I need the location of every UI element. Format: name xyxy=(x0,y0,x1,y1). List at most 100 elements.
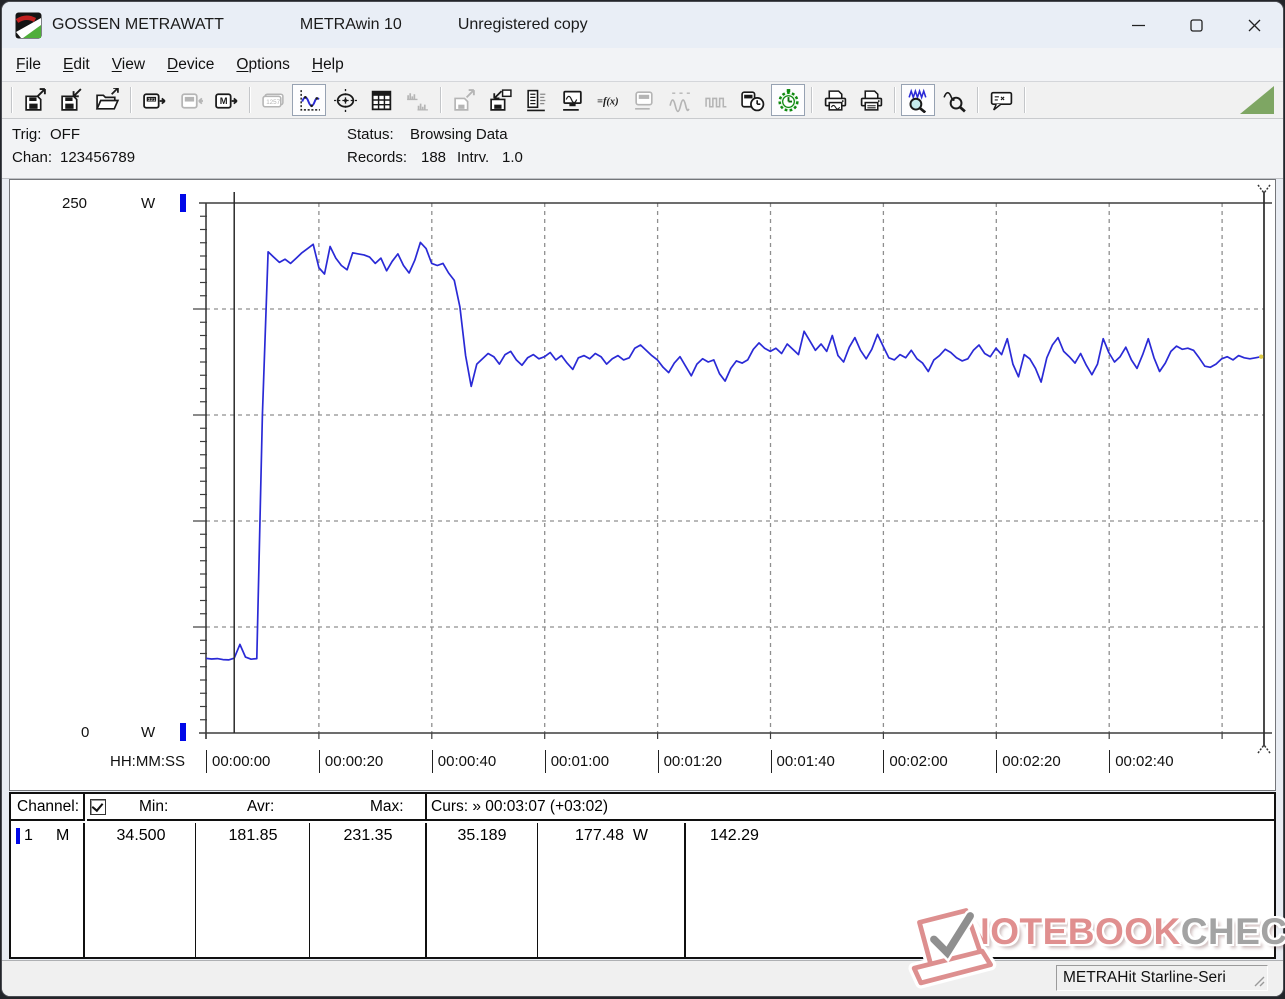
menu-bar: File Edit View Device Options Help xyxy=(2,48,1283,82)
maximize-button[interactable] xyxy=(1167,2,1225,48)
monitor-view-icon xyxy=(560,88,585,113)
y-axis-unit-label-top: W xyxy=(141,195,155,212)
x-tick-label: 00:02:00 xyxy=(883,753,947,770)
maximize-icon xyxy=(1190,19,1203,32)
channel-mode: M xyxy=(56,827,69,845)
pulse-wave-icon xyxy=(704,88,729,113)
power-line-chart[interactable] xyxy=(10,180,1279,790)
menu-file[interactable]: File xyxy=(5,52,52,78)
interval-label: Intrv. xyxy=(457,149,489,166)
close-icon xyxy=(1248,19,1261,32)
zoom-out-wave-button[interactable] xyxy=(937,84,971,116)
chart-view-button[interactable] xyxy=(292,84,326,116)
y-axis-max-label: 250 xyxy=(62,195,87,212)
clock-device-button[interactable] xyxy=(735,84,769,116)
save-as-button[interactable] xyxy=(54,84,88,116)
minimize-button[interactable] xyxy=(1109,2,1167,48)
table-header-channel: Channel: xyxy=(11,794,85,821)
records-value: 188 xyxy=(421,149,446,166)
open-file-button[interactable] xyxy=(90,84,124,116)
trig-label: Trig: xyxy=(12,126,41,143)
table-header-min: Min: xyxy=(139,798,168,816)
table-view-button[interactable] xyxy=(364,84,398,116)
chart-panel[interactable]: 250 W 0 W HH:MM:SS 00:00:0000:00:2000:00… xyxy=(9,179,1276,791)
read-device-icon: 321 xyxy=(142,88,167,113)
x-tick-label: 00:02:20 xyxy=(996,753,1060,770)
sine-wave-icon xyxy=(668,88,693,113)
x-tick-label: 00:01:40 xyxy=(771,753,835,770)
toolbar-separator xyxy=(440,87,441,113)
import-data-button[interactable] xyxy=(483,84,517,116)
table-cell-cursor1: 35.189 xyxy=(425,823,538,957)
open-file-icon xyxy=(95,88,120,113)
table-cell-channel: 1 M xyxy=(11,823,85,957)
y-axis-min-label: 0 xyxy=(81,724,89,741)
pulse-wave-button xyxy=(699,84,733,116)
toolbar-separator xyxy=(249,87,250,113)
channel-range-marker-bottom xyxy=(180,723,186,741)
table-header-max: Max: xyxy=(370,798,404,816)
resize-corner-triangle xyxy=(1240,86,1274,114)
comment-button[interactable] xyxy=(984,84,1018,116)
toolbar-separator xyxy=(977,87,978,113)
toolbar-separator xyxy=(130,87,131,113)
histogram-view-button xyxy=(400,84,434,116)
x-tick-label: 00:00:00 xyxy=(206,753,270,770)
channel-range-marker-top xyxy=(180,194,186,212)
table-cell-avr: 181.85 xyxy=(198,823,310,957)
clock-device-icon xyxy=(740,88,765,113)
device-name-cell: METRAHit Starline-Seri xyxy=(1056,965,1268,991)
menu-device[interactable]: Device xyxy=(156,52,225,78)
histogram-view-icon xyxy=(405,88,430,113)
save-as-icon xyxy=(59,88,84,113)
read-device-button[interactable]: 321 xyxy=(137,84,171,116)
toolbar: 321 M 1257 =f(x) xyxy=(2,82,1283,119)
table-header-avr: Avr: xyxy=(247,798,274,816)
interval-value: 1.0 xyxy=(502,149,523,166)
x-tick-label: 00:00:20 xyxy=(319,753,383,770)
device-settings-button xyxy=(627,84,661,116)
formula-button[interactable]: =f(x) xyxy=(591,84,625,116)
toolbar-separator xyxy=(11,87,12,113)
sine-wave-button xyxy=(663,84,697,116)
chan-label: Chan: xyxy=(12,149,52,166)
menu-options[interactable]: Options xyxy=(225,52,300,78)
menu-help[interactable]: Help xyxy=(301,52,355,78)
x-tick-label: 00:00:40 xyxy=(432,753,496,770)
svg-text:321: 321 xyxy=(147,96,155,101)
channel-list-button[interactable] xyxy=(519,84,553,116)
zoom-in-wave-icon xyxy=(906,88,931,113)
table-header-cursor: Curs: » 00:03:07 (+03:02) xyxy=(425,794,1274,821)
export-data-button xyxy=(447,84,481,116)
formula-icon: =f(x) xyxy=(596,88,621,113)
save-export-icon xyxy=(23,88,48,113)
channel-color-bar xyxy=(16,828,20,844)
resize-grip-icon[interactable] xyxy=(1253,975,1265,987)
timer-button[interactable] xyxy=(771,84,805,116)
table-cell-cursor2: 177.48 W xyxy=(540,823,686,957)
minimize-icon xyxy=(1132,19,1145,32)
cursor2-unit: W xyxy=(633,827,648,844)
x-tick-label: 00:01:00 xyxy=(545,753,609,770)
print-preview-button[interactable] xyxy=(818,84,852,116)
title-vendor: GOSSEN METRAWATT xyxy=(52,16,224,34)
numeric-display-button: 1257 xyxy=(256,84,290,116)
zoom-in-wave-button[interactable] xyxy=(901,84,935,116)
close-button[interactable] xyxy=(1225,2,1283,48)
monitor-view-button[interactable] xyxy=(555,84,589,116)
svg-text:=f(x): =f(x) xyxy=(597,96,619,107)
min-checkbox[interactable] xyxy=(90,799,106,815)
print-button[interactable] xyxy=(854,84,888,116)
records-label: Records: xyxy=(347,149,407,166)
menu-edit[interactable]: Edit xyxy=(52,52,101,78)
scope-view-button[interactable] xyxy=(328,84,362,116)
title-app-name: METRAwin 10 xyxy=(300,16,402,34)
import-data-icon xyxy=(488,88,513,113)
table-header-stats-group: Min: Avr: Max: xyxy=(87,794,425,821)
numeric-display-icon: 1257 xyxy=(261,88,286,113)
print-icon xyxy=(859,88,884,113)
save-export-button[interactable] xyxy=(18,84,52,116)
comment-icon xyxy=(989,88,1014,113)
menu-view[interactable]: View xyxy=(101,52,156,78)
memory-read-button[interactable]: M xyxy=(209,84,243,116)
